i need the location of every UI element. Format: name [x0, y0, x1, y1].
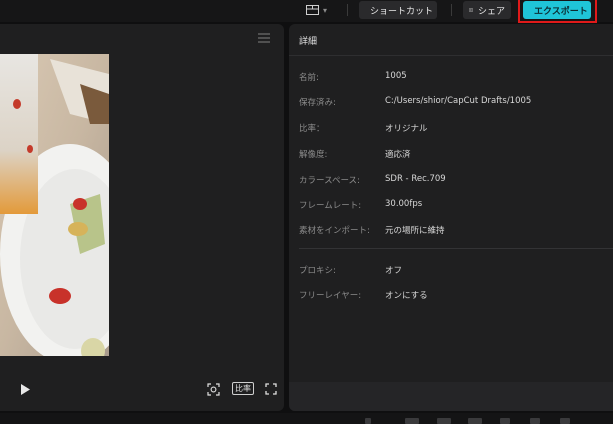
details-panel: 詳細 名前: 1005 保存済み: C:/Users/shior/CapCut …	[289, 24, 613, 411]
ratio-button[interactable]: 比率	[232, 382, 254, 395]
detail-key: カラースペース:	[299, 176, 360, 186]
export-highlight-box	[518, 0, 597, 23]
layout-button[interactable]: ▾	[306, 3, 336, 17]
preview-panel: 比率	[0, 24, 284, 411]
detail-row-import: 素材をインポート: 元の場所に維持	[299, 224, 609, 238]
player-controls: 比率	[0, 376, 284, 404]
timeline-tool-icon[interactable]	[560, 418, 570, 424]
detail-key: 名前:	[299, 73, 319, 83]
detail-row-framerate: フレームレート: 30.00fps	[299, 199, 609, 213]
video-preview[interactable]	[0, 54, 109, 356]
preview-header	[0, 24, 284, 54]
detail-key: フリーレイヤー:	[299, 291, 362, 301]
detail-value: 適応済	[385, 150, 411, 160]
timeline-tool-icon[interactable]	[500, 418, 510, 424]
timeline-tool-icon[interactable]	[365, 418, 371, 424]
detail-value: オリジナル	[385, 124, 428, 134]
play-icon[interactable]	[21, 384, 30, 395]
detail-key: 保存済み:	[299, 98, 336, 108]
timeline-toolbar-edge	[0, 413, 613, 424]
chevron-down-icon: ▾	[323, 5, 328, 15]
share-button[interactable]: シェア	[463, 1, 511, 19]
detail-value: C:/Users/shior/CapCut Drafts/1005	[385, 96, 532, 106]
timeline-tool-icon[interactable]	[530, 418, 540, 424]
detail-row-saved: 保存済み: C:/Users/shior/CapCut Drafts/1005	[299, 96, 609, 110]
detail-key: 素材をインポート:	[299, 226, 370, 236]
share-label: シェア	[477, 6, 505, 17]
detail-row-name: 名前: 1005	[299, 71, 609, 85]
details-footer	[289, 382, 613, 411]
details-divider	[299, 248, 613, 249]
shortcut-label: ショートカット	[370, 6, 434, 17]
details-title: 詳細	[289, 24, 613, 56]
detail-row-free-layer: フリーレイヤー: オンにする	[299, 289, 609, 303]
detail-row-proxy: プロキシ: オフ	[299, 264, 609, 278]
detail-row-colorspace: カラースペース: SDR - Rec.709	[299, 174, 609, 188]
detail-value: 元の場所に維持	[385, 226, 445, 236]
top-toolbar: ▾ ショートカット シェア エクスポート	[0, 0, 613, 23]
toolbar-divider	[451, 4, 452, 16]
hamburger-menu-icon[interactable]	[258, 33, 270, 43]
timeline-tool-icon[interactable]	[405, 418, 419, 424]
fit-to-screen-icon[interactable]	[207, 383, 220, 396]
detail-key: 比率：	[299, 124, 325, 134]
timeline-tool-icon[interactable]	[468, 418, 482, 424]
detail-key: フレームレート:	[299, 201, 362, 211]
detail-value[interactable]: オンにする	[385, 289, 428, 301]
detail-key: プロキシ:	[299, 266, 336, 276]
detail-value: 30.00fps	[385, 199, 423, 209]
shortcut-button[interactable]: ショートカット	[359, 1, 437, 19]
fullscreen-icon[interactable]	[265, 383, 277, 395]
detail-value: 1005	[385, 71, 407, 81]
detail-key: 解像度:	[299, 150, 328, 160]
video-frame-image	[0, 54, 109, 356]
toolbar-divider	[347, 4, 348, 16]
share-icon	[469, 8, 473, 12]
timeline-tool-icon[interactable]	[437, 418, 451, 424]
detail-row-ratio: 比率： オリジナル	[299, 122, 609, 136]
detail-row-resolution: 解像度: 適応済	[299, 148, 609, 162]
layout-icon	[306, 5, 319, 15]
detail-value: SDR - Rec.709	[385, 174, 446, 184]
detail-value[interactable]: オフ	[385, 264, 402, 276]
